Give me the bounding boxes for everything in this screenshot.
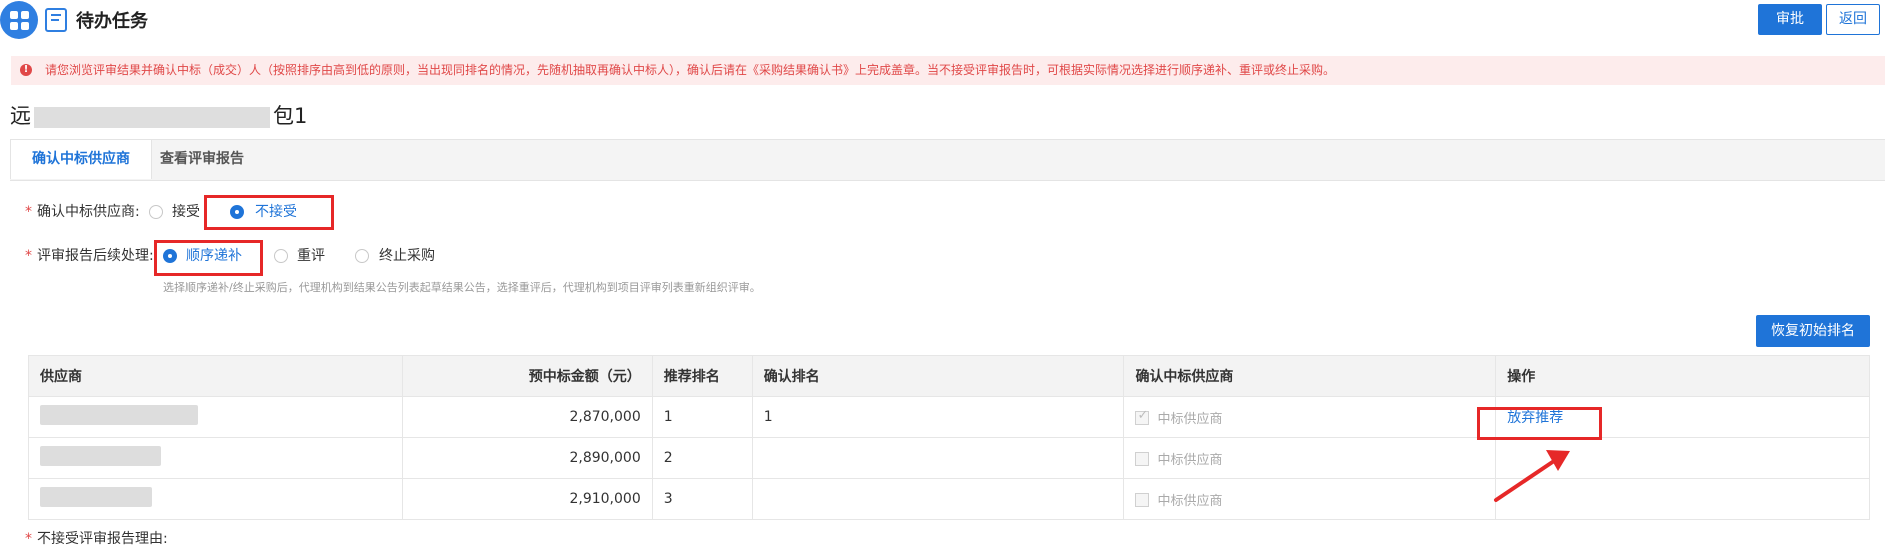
winner-checkbox[interactable] (1135, 451, 1150, 466)
amount-cell: 2,870,000 (401, 396, 653, 438)
supplier-name-cell (28, 478, 403, 520)
sequential-supplement-highlight-box (154, 240, 263, 276)
terminate-procurement-radio[interactable] (355, 249, 369, 263)
confirmed-rank-cell (751, 437, 1125, 479)
confirmed-rank-cell (751, 478, 1125, 520)
winner-checkbox-cell: 中标供应商 (1123, 396, 1497, 438)
project-title-suffix: 包1 (273, 104, 308, 128)
reject-highlight-box (204, 195, 334, 230)
winner-checkbox-cell: 中标供应商 (1123, 478, 1497, 520)
supplier-name-cell (28, 396, 403, 438)
supplier-column-header: 供应商 (28, 355, 403, 397)
required-marker: * (25, 248, 32, 264)
approve-button[interactable]: 审批 (1758, 4, 1822, 35)
followup-help-text: 选择顺序递补/终止采购后，代理机构到结果公告列表起草结果公告，选择重评后，代理机… (163, 281, 761, 294)
redacted-supplier-name (40, 405, 198, 425)
grid-icon (9, 10, 29, 30)
required-marker: * (25, 204, 32, 220)
table-row: 2,910,000 3 中标供应商 (28, 478, 1870, 520)
redacted-project-name (34, 106, 270, 128)
action-column-header: 操作 (1495, 355, 1870, 397)
tab-confirm-supplier[interactable]: 确认中标供应商 (10, 140, 152, 179)
table-header-row: 供应商 预中标金额（元） 推荐排名 确认排名 确认中标供应商 操作 (28, 355, 1870, 397)
amount-cell: 2,890,000 (401, 437, 653, 479)
project-title-prefix: 远 (10, 104, 31, 128)
project-title: 远 包1 (10, 100, 307, 130)
re-review-radio[interactable] (274, 249, 288, 263)
back-button[interactable]: 返回 (1826, 4, 1880, 35)
recommended-rank-cell: 1 (651, 396, 753, 438)
recommended-rank-cell: 3 (651, 478, 753, 520)
table-row: 2,890,000 2 中标供应商 (28, 437, 1870, 479)
winner-checkbox[interactable] (1135, 408, 1150, 425)
accept-radio[interactable] (149, 205, 163, 219)
warning-icon: ! (20, 64, 32, 76)
top-bar: 待办任务 审批 返回 (0, 0, 1885, 40)
confirmed-rank-column-header: 确认排名 (751, 355, 1125, 397)
restore-initial-ranking-button[interactable]: 恢复初始排名 (1756, 315, 1870, 347)
followup-label: 评审报告后续处理: (37, 248, 154, 264)
alert-text: 请您浏览评审结果并确认中标（成交）人（按照排序由高到低的原则，当出现同排名的情况… (45, 63, 1336, 77)
tab-review-report[interactable]: 查看评审报告 (160, 140, 244, 179)
confirm-winner-column-header: 确认中标供应商 (1123, 355, 1497, 397)
page-title: 待办任务 (76, 11, 148, 32)
winner-checkbox-cell: 中标供应商 (1123, 437, 1497, 479)
required-marker: * (25, 531, 32, 547)
recommended-rank-column-header: 推荐排名 (651, 355, 753, 397)
redacted-supplier-name (40, 487, 152, 507)
recommended-rank-cell: 2 (651, 437, 753, 479)
supplier-confirmation-label: 确认中标供应商: (37, 204, 140, 220)
supplier-name-cell (28, 437, 403, 479)
winner-checkbox-label: 中标供应商 (1157, 411, 1223, 427)
amount-cell: 2,910,000 (401, 478, 653, 520)
app-menu-button[interactable] (0, 1, 38, 39)
redacted-supplier-name (40, 446, 161, 466)
re-review-label[interactable]: 重评 (297, 244, 325, 268)
abandon-recommendation-highlight-box (1477, 407, 1602, 440)
rejection-reason-label: 不接受评审报告理由: (37, 531, 168, 547)
confirmed-rank-cell: 1 (751, 396, 1125, 438)
rejection-reason-row: * 不接受评审报告理由: (25, 528, 168, 548)
winner-checkbox[interactable] (1135, 492, 1150, 507)
pre-bid-amount-column-header: 预中标金额（元） (401, 355, 653, 397)
accept-radio-label[interactable]: 接受 (172, 200, 200, 224)
annotation-arrow (1494, 450, 1570, 502)
tabs-bar: 确认中标供应商 查看评审报告 (10, 139, 1885, 181)
warning-alert: ! 请您浏览评审结果并确认中标（成交）人（按照排序由高到低的原则，当出现同排名的… (11, 56, 1885, 85)
terminate-procurement-label[interactable]: 终止采购 (379, 244, 435, 268)
winner-checkbox-label: 中标供应商 (1157, 493, 1223, 509)
winner-checkbox-label: 中标供应商 (1157, 452, 1223, 468)
task-document-icon (45, 8, 67, 32)
